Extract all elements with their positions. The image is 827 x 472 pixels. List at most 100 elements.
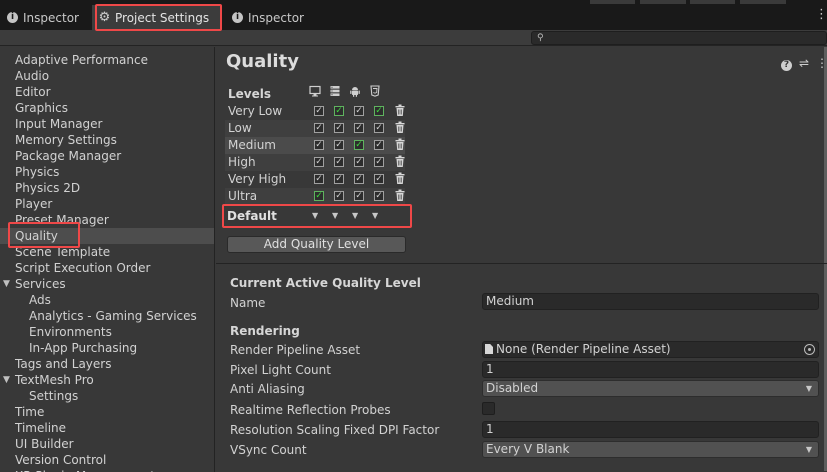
platform-checkbox[interactable]: ✓ — [334, 106, 344, 116]
dpi-factor-field[interactable]: 1 — [482, 421, 819, 438]
platform-checkbox[interactable]: ✓ — [374, 191, 384, 201]
window-control — [590, 0, 635, 4]
sidebar-item[interactable]: UI Builder — [0, 436, 214, 452]
platform-checkbox[interactable]: ✓ — [314, 140, 324, 150]
sidebar-item[interactable]: ▼ TextMesh Pro — [0, 372, 214, 388]
anti-aliasing-dropdown[interactable]: Disabled ▼ — [482, 380, 819, 397]
platform-checkbox[interactable]: ✓ — [354, 140, 364, 150]
search-toolbar: ⚲ — [0, 30, 827, 46]
default-standalone-dropdown[interactable]: ▼ — [312, 211, 318, 220]
quality-level-row[interactable]: Very High ✓ ✓ ✓ ✓ — [225, 171, 405, 188]
platform-checkbox[interactable]: ✓ — [334, 191, 344, 201]
trash-icon[interactable] — [395, 138, 405, 151]
trash-icon[interactable] — [395, 104, 405, 117]
sidebar-item-label: Audio — [15, 69, 50, 83]
sidebar-item[interactable]: Scene Template — [0, 244, 214, 260]
platform-checkbox[interactable]: ✓ — [374, 140, 384, 150]
more-options-icon[interactable]: ⋮ — [815, 8, 827, 21]
platform-checkbox[interactable]: ✓ — [354, 106, 364, 116]
sidebar-item[interactable]: Quality — [0, 228, 214, 244]
sidebar-item[interactable]: Physics 2D — [0, 180, 214, 196]
sidebar-item-label: Time — [15, 405, 45, 419]
trash-icon[interactable] — [395, 189, 405, 202]
platform-checkbox[interactable]: ✓ — [334, 140, 344, 150]
window-control — [690, 0, 735, 4]
sidebar-item[interactable]: Editor — [0, 84, 214, 100]
tab-label: Inspector — [23, 10, 79, 25]
tab-inspector-2[interactable]: i Inspector — [225, 5, 311, 30]
platform-checkbox[interactable]: ✓ — [314, 106, 324, 116]
default-android-dropdown[interactable]: ▼ — [352, 211, 358, 220]
render-pipeline-field[interactable]: None (Render Pipeline Asset) — [482, 341, 819, 358]
platform-checkbox[interactable]: ✓ — [314, 157, 324, 167]
caret-down-icon[interactable]: ▼ — [3, 372, 10, 388]
sidebar-item[interactable]: Environments — [0, 324, 214, 340]
platform-checkbox[interactable]: ✓ — [354, 191, 364, 201]
platform-checkbox[interactable]: ✓ — [354, 174, 364, 184]
platform-checkbox[interactable]: ✓ — [374, 123, 384, 133]
platform-checkbox[interactable]: ✓ — [314, 174, 324, 184]
help-icon[interactable]: ? — [781, 56, 792, 71]
quality-level-name: High — [228, 155, 256, 169]
sidebar-item-label: Physics 2D — [15, 181, 81, 195]
platform-checkbox[interactable]: ✓ — [314, 191, 324, 201]
sidebar-item[interactable]: Script Execution Order — [0, 260, 214, 276]
add-quality-level-button[interactable]: Add Quality Level — [227, 236, 406, 253]
sidebar-item[interactable]: Memory Settings — [0, 132, 214, 148]
quality-level-row[interactable]: High ✓ ✓ ✓ ✓ — [225, 154, 405, 171]
trash-icon[interactable] — [395, 121, 405, 134]
quality-level-row[interactable]: Ultra ✓ ✓ ✓ ✓ — [225, 188, 405, 205]
platform-checkbox[interactable]: ✓ — [374, 174, 384, 184]
sidebar-item-label: Scene Template — [15, 245, 111, 259]
quality-level-row[interactable]: Very Low ✓ ✓ ✓ ✓ — [225, 103, 405, 120]
sidebar-item[interactable]: Package Manager — [0, 148, 214, 164]
chevron-down-icon: ▼ — [805, 445, 812, 454]
render-pipeline-value: None (Render Pipeline Asset) — [496, 342, 671, 356]
default-server-dropdown[interactable]: ▼ — [332, 211, 338, 220]
sidebar-item[interactable]: Preset Manager — [0, 212, 214, 228]
platform-checkbox[interactable]: ✓ — [374, 106, 384, 116]
caret-down-icon[interactable]: ▼ — [3, 276, 10, 292]
sidebar-item[interactable]: Adaptive Performance — [0, 52, 214, 68]
reflection-probes-checkbox[interactable] — [482, 402, 495, 415]
sidebar-item[interactable]: Analytics - Gaming Services — [0, 308, 214, 324]
sidebar-item[interactable]: Player — [0, 196, 214, 212]
platform-checkbox[interactable]: ✓ — [334, 123, 344, 133]
sidebar-item[interactable]: Tags and Layers — [0, 356, 214, 372]
object-picker-icon[interactable] — [804, 344, 815, 355]
tab-inspector-1[interactable]: i Inspector — [0, 5, 86, 30]
sidebar-item[interactable]: ▼ Services — [0, 276, 214, 292]
name-field[interactable]: Medium — [482, 293, 819, 310]
platform-checkbox[interactable]: ✓ — [334, 174, 344, 184]
trash-icon[interactable] — [395, 172, 405, 185]
preset-icon[interactable]: ⇌ — [799, 56, 809, 70]
tab-label: Inspector — [248, 10, 304, 25]
platform-checkbox[interactable]: ✓ — [354, 157, 364, 167]
pixel-light-field[interactable]: 1 — [482, 361, 819, 378]
sidebar-item[interactable]: Ads — [0, 292, 214, 308]
platform-checkbox[interactable]: ✓ — [334, 157, 344, 167]
sidebar-item-label: Physics — [15, 165, 60, 179]
sidebar-item[interactable]: Version Control — [0, 452, 214, 468]
tab-project-settings[interactable]: ⚙ Project Settings — [92, 5, 222, 30]
sidebar-item[interactable]: Graphics — [0, 100, 214, 116]
sidebar-item[interactable]: XR Plugin Management — [0, 468, 214, 472]
quality-level-row[interactable]: Low ✓ ✓ ✓ ✓ — [225, 120, 405, 137]
sidebar-item[interactable]: In-App Purchasing — [0, 340, 214, 356]
quality-panel: Quality ? ⇌ ⋮ Levels Very Low ✓ ✓ ✓ ✓ Low ✓ ✓ ✓ ✓… — [216, 47, 827, 472]
default-webgl-dropdown[interactable]: ▼ — [372, 211, 378, 220]
sidebar-item[interactable]: Settings — [0, 388, 214, 404]
platform-checkbox[interactable]: ✓ — [374, 157, 384, 167]
platform-checkbox[interactable]: ✓ — [314, 123, 324, 133]
sidebar-item[interactable]: Audio — [0, 68, 214, 84]
quality-level-row[interactable]: Medium ✓ ✓ ✓ ✓ — [225, 137, 405, 154]
sidebar-item[interactable]: Time — [0, 404, 214, 420]
sidebar-item[interactable]: Timeline — [0, 420, 214, 436]
sidebar-item[interactable]: Physics — [0, 164, 214, 180]
webgl-icon — [370, 85, 380, 97]
trash-icon[interactable] — [395, 155, 405, 168]
search-input[interactable]: ⚲ — [531, 31, 827, 45]
vsync-dropdown[interactable]: Every V Blank ▼ — [482, 441, 819, 458]
platform-checkbox[interactable]: ✓ — [354, 123, 364, 133]
sidebar-item[interactable]: Input Manager — [0, 116, 214, 132]
